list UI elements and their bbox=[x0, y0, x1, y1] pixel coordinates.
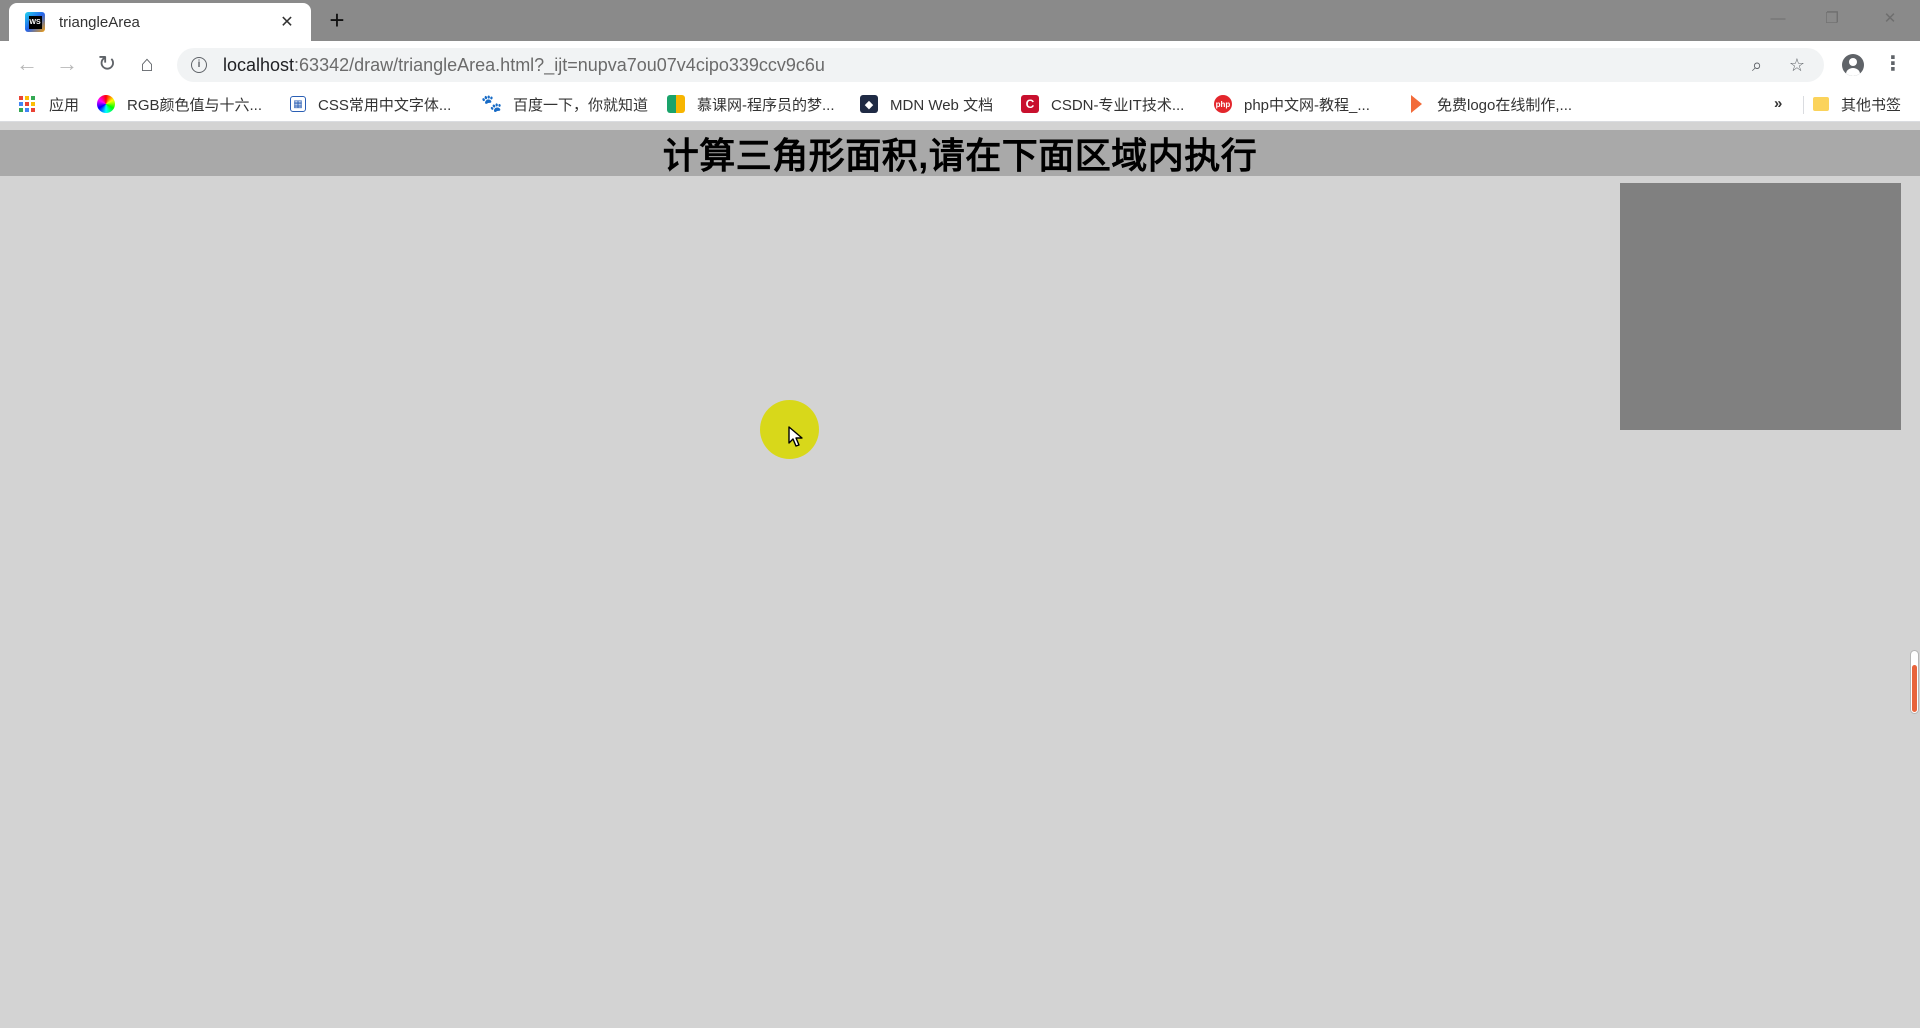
new-tab-icon[interactable]: + bbox=[325, 6, 349, 34]
page-header: 计算三角形面积,请在下面区域内执行 bbox=[0, 130, 1920, 176]
url-path: :63342/draw/triangleArea.html?_ijt=nupva… bbox=[294, 54, 825, 75]
bookmark-csdn[interactable]: C CSDN-专业IT技术... bbox=[1021, 87, 1184, 121]
bookmark-other-folder[interactable]: 其他书签 bbox=[1813, 87, 1901, 121]
bookmark-label: 百度一下，你就知道 bbox=[513, 96, 649, 114]
bookmarks-separator bbox=[1803, 96, 1804, 114]
bookmark-label: 免费logo在线制作,... bbox=[1437, 96, 1573, 114]
menu-kebab-icon[interactable]: ⋮ bbox=[1883, 49, 1903, 79]
tab-triangle-area[interactable]: WS triangleArea ✕ bbox=[9, 3, 311, 41]
reload-icon[interactable]: ↻ bbox=[92, 49, 122, 79]
logo-arrow-icon bbox=[1407, 95, 1425, 113]
browser-toolbar: ← → ↻ ⌂ i localhost:63342/draw/triangleA… bbox=[0, 41, 1920, 87]
bookmark-label: 慕课网-程序员的梦... bbox=[697, 96, 835, 114]
page-canvas-area[interactable]: 计算三角形面积,请在下面区域内执行 bbox=[0, 122, 1920, 1028]
address-bar[interactable]: i localhost:63342/draw/triangleArea.html… bbox=[177, 48, 1824, 82]
bookmark-mdn[interactable]: ◆ MDN Web 文档 bbox=[860, 87, 993, 121]
bookmark-baidu[interactable]: 🐾 百度一下，你就知道 bbox=[481, 87, 649, 121]
chart-icon: ▦ bbox=[290, 96, 306, 112]
bookmark-imooc[interactable]: 慕课网-程序员的梦... bbox=[667, 87, 835, 121]
tab-strip: WS triangleArea ✕ + — ❐ ✕ bbox=[0, 0, 1920, 41]
bookmark-label: RGB颜色值与十六... bbox=[127, 96, 263, 114]
mdn-dino-icon: ◆ bbox=[860, 95, 878, 113]
scroll-indicator[interactable] bbox=[1910, 650, 1919, 714]
profile-avatar-icon[interactable] bbox=[1842, 54, 1864, 76]
back-icon[interactable]: ← bbox=[12, 49, 42, 79]
bookmark-label: CSDN-专业IT技术... bbox=[1051, 96, 1185, 114]
baidu-paw-icon: 🐾 bbox=[481, 94, 503, 113]
bookmark-label: 应用 bbox=[49, 96, 80, 114]
bookmark-label: CSS常用中文字体... bbox=[318, 96, 452, 114]
tab-close-icon[interactable]: ✕ bbox=[277, 12, 297, 32]
bookmark-label: MDN Web 文档 bbox=[890, 96, 994, 114]
bookmarks-overflow-icon[interactable]: » bbox=[1774, 87, 1782, 121]
bookmark-label: 其他书签 bbox=[1841, 96, 1902, 114]
imooc-book-icon bbox=[667, 95, 685, 113]
rainbow-icon bbox=[97, 95, 115, 113]
bookmark-label: php中文网-教程_... bbox=[1244, 96, 1370, 114]
bookmarks-bar: 应用 RGB颜色值与十六... ▦ CSS常用中文字体... 🐾 百度一下，你就… bbox=[0, 87, 1920, 122]
zoom-icon[interactable]: ⌕ bbox=[1744, 55, 1770, 76]
page-title: 计算三角形面积,请在下面区域内执行 bbox=[662, 135, 1258, 176]
window-close-icon[interactable]: ✕ bbox=[1870, 5, 1910, 33]
url-text[interactable]: localhost:63342/draw/triangleArea.html?_… bbox=[223, 55, 1730, 76]
site-info-icon[interactable]: i bbox=[191, 57, 207, 73]
folder-icon bbox=[1813, 97, 1829, 111]
window-restore-icon[interactable]: ❐ bbox=[1812, 5, 1852, 33]
home-icon[interactable]: ⌂ bbox=[132, 49, 162, 79]
url-host: localhost bbox=[223, 54, 295, 75]
csdn-icon: C bbox=[1021, 95, 1039, 113]
bookmark-css-fonts[interactable]: ▦ CSS常用中文字体... bbox=[290, 87, 451, 121]
gray-box bbox=[1620, 183, 1901, 430]
bookmark-rgb[interactable]: RGB颜色值与十六... bbox=[97, 87, 262, 121]
tab-title: triangleArea bbox=[59, 13, 140, 31]
favicon-letters: WS bbox=[28, 15, 42, 29]
webstorm-favicon-icon: WS bbox=[25, 12, 45, 32]
bookmark-php[interactable]: php php中文网-教程_... bbox=[1214, 87, 1370, 121]
bookmark-logo-maker[interactable]: 免费logo在线制作,... bbox=[1407, 87, 1572, 121]
bookmark-star-icon[interactable]: ☆ bbox=[1784, 55, 1810, 76]
apps-grid-icon bbox=[19, 96, 35, 112]
mouse-pointer-icon bbox=[788, 426, 803, 447]
window-minimize-icon[interactable]: — bbox=[1758, 5, 1798, 33]
forward-icon[interactable]: → bbox=[52, 49, 82, 79]
php-icon: php bbox=[1214, 95, 1232, 113]
bookmark-apps[interactable]: 应用 bbox=[19, 87, 79, 121]
